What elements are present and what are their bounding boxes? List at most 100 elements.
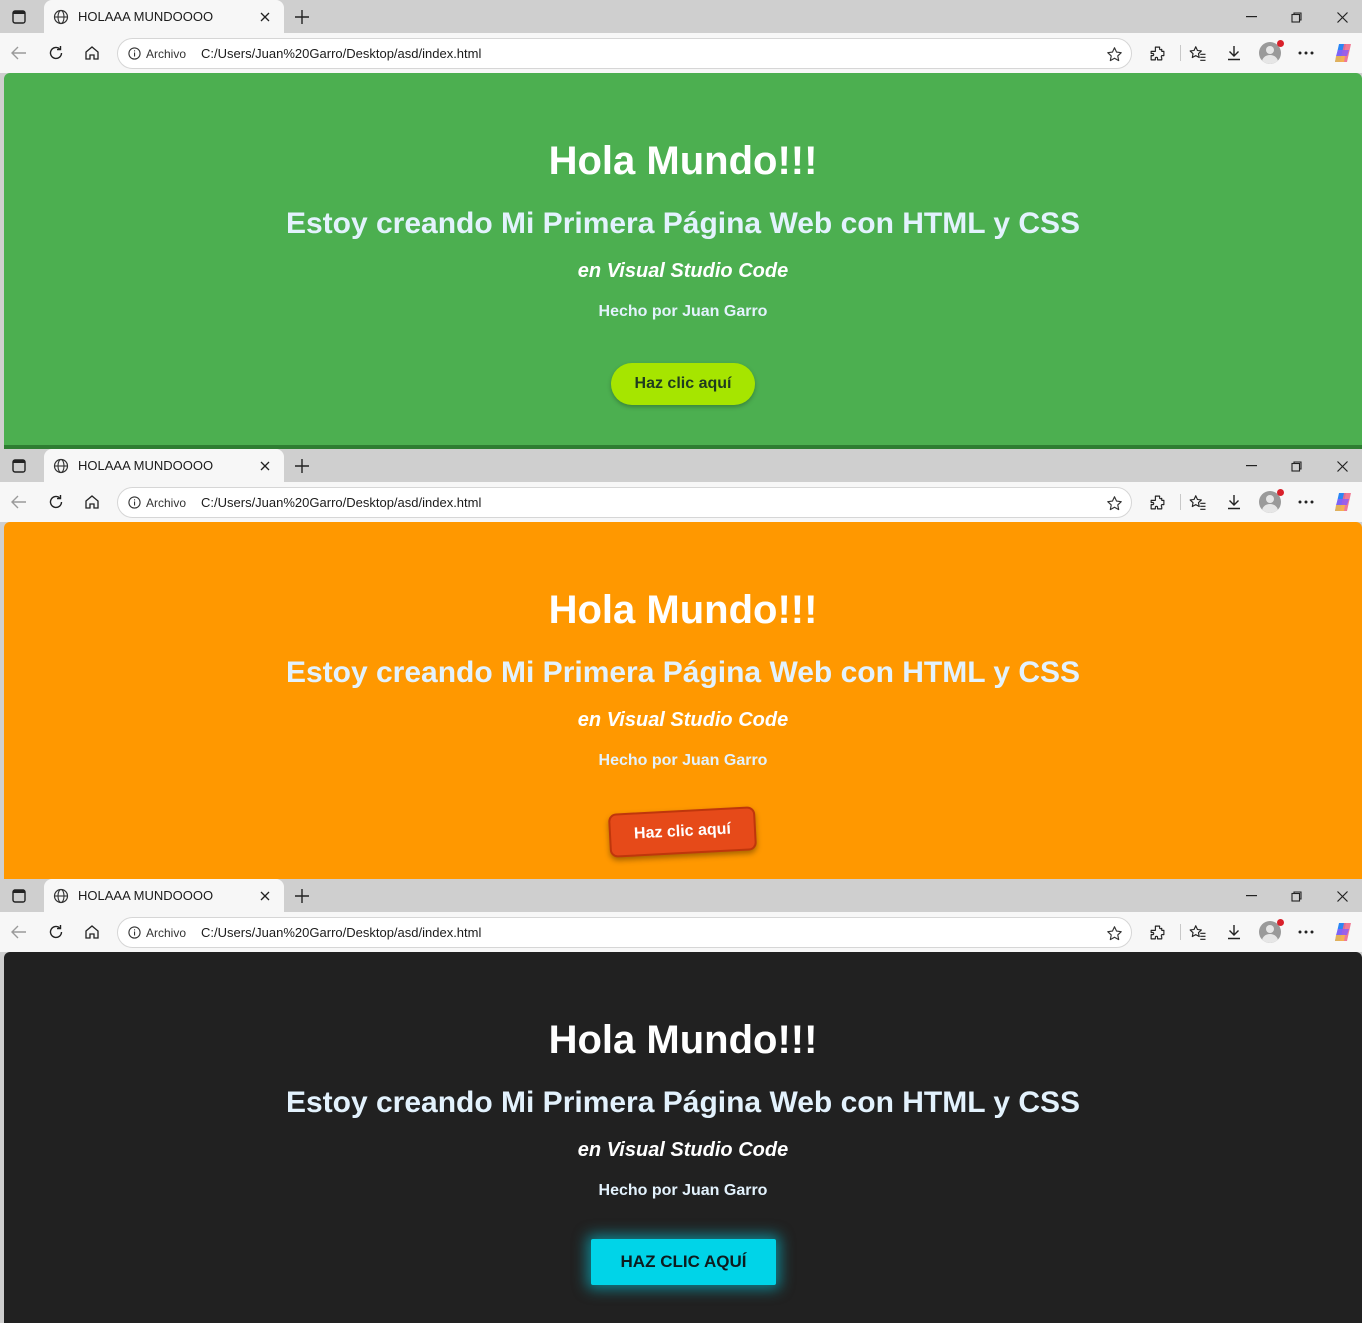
star-icon[interactable] — [1105, 494, 1123, 512]
address-bar[interactable]: Archivo C:/Users/Juan%20Garro/Desktop/as… — [117, 917, 1132, 948]
back-icon[interactable] — [8, 491, 30, 513]
notification-dot — [1277, 919, 1284, 926]
active-tab[interactable]: HOLAAA MUNDOOOO — [44, 879, 284, 912]
tab-actions-icon[interactable] — [9, 7, 29, 27]
copilot-icon[interactable] — [1332, 42, 1354, 64]
browser-window-green: HOLAAA MUNDOOOO Archivo C:/Users/Juan%20… — [0, 0, 1362, 449]
extensions-icon[interactable] — [1146, 491, 1168, 513]
restore-icon[interactable] — [1284, 455, 1308, 477]
page-heading: Hola Mundo!!! — [548, 1018, 818, 1062]
browser-window-dark: HOLAAA MUNDOOOO Archivo C:/Users/Juan%20… — [0, 879, 1362, 1323]
page-heading: Hola Mundo!!! — [548, 588, 818, 632]
notification-dot — [1277, 40, 1284, 47]
tab-title: HOLAAA MUNDOOOO — [78, 9, 214, 24]
tab-bar: HOLAAA MUNDOOOO — [0, 0, 1362, 33]
page-subheading: Estoy creando Mi Primera Página Web con … — [285, 656, 1081, 689]
click-here-button[interactable]: Haz clic aquí — [611, 363, 755, 405]
restore-icon[interactable] — [1284, 6, 1308, 28]
profile-icon[interactable] — [1259, 919, 1284, 943]
page-credit: Hecho por Juan Garro — [598, 752, 768, 769]
click-here-button[interactable]: Haz clic aquí — [607, 806, 758, 858]
reload-icon[interactable] — [45, 491, 67, 513]
click-here-button[interactable]: HAZ CLIC AQUÍ — [591, 1239, 776, 1285]
info-icon[interactable] — [126, 46, 142, 62]
url-text[interactable]: C:/Users/Juan%20Garro/Desktop/asd/index.… — [201, 46, 481, 61]
nav-toolbar: Archivo C:/Users/Juan%20Garro/Desktop/as… — [0, 33, 1362, 73]
globe-icon — [52, 457, 70, 475]
page-content: Hola Mundo!!! Estoy creando Mi Primera P… — [4, 952, 1362, 1323]
more-icon[interactable] — [1295, 921, 1317, 943]
tab-bar: HOLAAA MUNDOOOO — [0, 449, 1362, 482]
close-window-icon[interactable] — [1330, 455, 1354, 477]
page-credit: Hecho por Juan Garro — [598, 303, 768, 320]
back-icon[interactable] — [8, 42, 30, 64]
extensions-icon[interactable] — [1146, 42, 1168, 64]
reload-icon[interactable] — [45, 921, 67, 943]
scheme-label: Archivo — [146, 925, 187, 940]
toolbar-divider — [1180, 924, 1181, 940]
active-tab[interactable]: HOLAAA MUNDOOOO — [44, 0, 284, 33]
profile-icon[interactable] — [1259, 489, 1284, 513]
page-heading: Hola Mundo!!! — [548, 139, 818, 183]
download-icon[interactable] — [1223, 491, 1245, 513]
tab-title: HOLAAA MUNDOOOO — [78, 458, 214, 473]
back-icon[interactable] — [8, 921, 30, 943]
page-tagline: en Visual Studio Code — [577, 1139, 789, 1161]
restore-icon[interactable] — [1284, 885, 1308, 907]
info-icon[interactable] — [126, 495, 142, 511]
minimize-icon[interactable] — [1239, 6, 1263, 28]
plus-icon[interactable] — [290, 454, 314, 478]
tab-actions-icon[interactable] — [9, 886, 29, 906]
copilot-icon[interactable] — [1332, 491, 1354, 513]
minimize-icon[interactable] — [1239, 885, 1263, 907]
scheme-label: Archivo — [146, 495, 187, 510]
copilot-icon[interactable] — [1332, 921, 1354, 943]
reload-icon[interactable] — [45, 42, 67, 64]
favorites-icon[interactable] — [1187, 42, 1209, 64]
page-subheading: Estoy creando Mi Primera Página Web con … — [285, 207, 1081, 240]
page-tagline: en Visual Studio Code — [577, 709, 789, 731]
more-icon[interactable] — [1295, 42, 1317, 64]
browser-window-orange: HOLAAA MUNDOOOO Archivo C:/Users/Juan%20… — [0, 449, 1362, 879]
home-icon[interactable] — [81, 921, 103, 943]
page-tagline: en Visual Studio Code — [577, 260, 789, 282]
plus-icon[interactable] — [290, 884, 314, 908]
close-icon[interactable] — [256, 887, 274, 905]
globe-icon — [52, 8, 70, 26]
home-icon[interactable] — [81, 491, 103, 513]
url-text[interactable]: C:/Users/Juan%20Garro/Desktop/asd/index.… — [201, 925, 481, 940]
extensions-icon[interactable] — [1146, 921, 1168, 943]
toolbar-divider — [1180, 494, 1181, 510]
page-content: Hola Mundo!!! Estoy creando Mi Primera P… — [4, 522, 1362, 879]
download-icon[interactable] — [1223, 42, 1245, 64]
home-icon[interactable] — [81, 42, 103, 64]
page-credit: Hecho por Juan Garro — [598, 1182, 768, 1199]
address-bar[interactable]: Archivo C:/Users/Juan%20Garro/Desktop/as… — [117, 38, 1132, 69]
url-text[interactable]: C:/Users/Juan%20Garro/Desktop/asd/index.… — [201, 495, 481, 510]
download-icon[interactable] — [1223, 921, 1245, 943]
close-window-icon[interactable] — [1330, 885, 1354, 907]
notification-dot — [1277, 489, 1284, 496]
favorites-icon[interactable] — [1187, 921, 1209, 943]
active-tab[interactable]: HOLAAA MUNDOOOO — [44, 449, 284, 482]
star-icon[interactable] — [1105, 924, 1123, 942]
more-icon[interactable] — [1295, 491, 1317, 513]
close-icon[interactable] — [256, 8, 274, 26]
profile-icon[interactable] — [1259, 40, 1284, 64]
nav-toolbar: Archivo C:/Users/Juan%20Garro/Desktop/as… — [0, 912, 1362, 952]
minimize-icon[interactable] — [1239, 455, 1263, 477]
address-bar[interactable]: Archivo C:/Users/Juan%20Garro/Desktop/as… — [117, 487, 1132, 518]
plus-icon[interactable] — [290, 5, 314, 29]
info-icon[interactable] — [126, 925, 142, 941]
page-subheading: Estoy creando Mi Primera Página Web con … — [285, 1086, 1081, 1119]
tab-actions-icon[interactable] — [9, 456, 29, 476]
star-icon[interactable] — [1105, 45, 1123, 63]
close-icon[interactable] — [256, 457, 274, 475]
tab-bar: HOLAAA MUNDOOOO — [0, 879, 1362, 912]
tab-title: HOLAAA MUNDOOOO — [78, 888, 214, 903]
close-window-icon[interactable] — [1330, 6, 1354, 28]
globe-icon — [52, 887, 70, 905]
favorites-icon[interactable] — [1187, 491, 1209, 513]
page-content: Hola Mundo!!! Estoy creando Mi Primera P… — [4, 73, 1362, 449]
toolbar-divider — [1180, 45, 1181, 61]
